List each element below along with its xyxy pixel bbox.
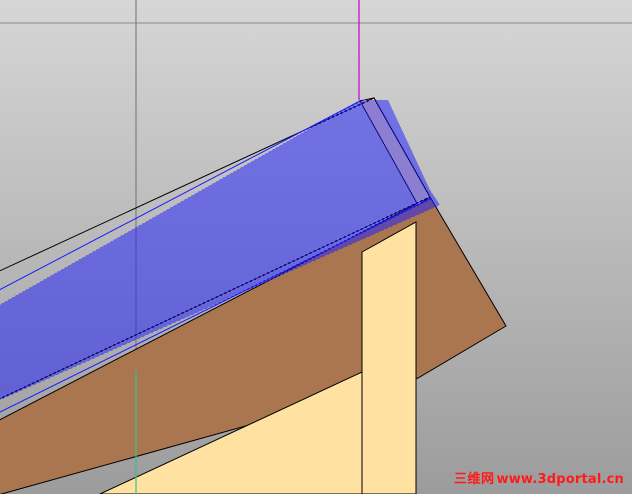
site-watermark: 三维网 www.3dportal.cn [454,473,624,486]
viewport-canvas[interactable] [0,0,632,494]
watermark-cn-text: 三维网 [454,472,495,487]
wall-pillar[interactable] [361,221,417,494]
watermark-url-text: www.3dportal.cn [496,472,624,487]
3d-viewport[interactable]: 三维网 www.3dportal.cn [0,0,632,494]
